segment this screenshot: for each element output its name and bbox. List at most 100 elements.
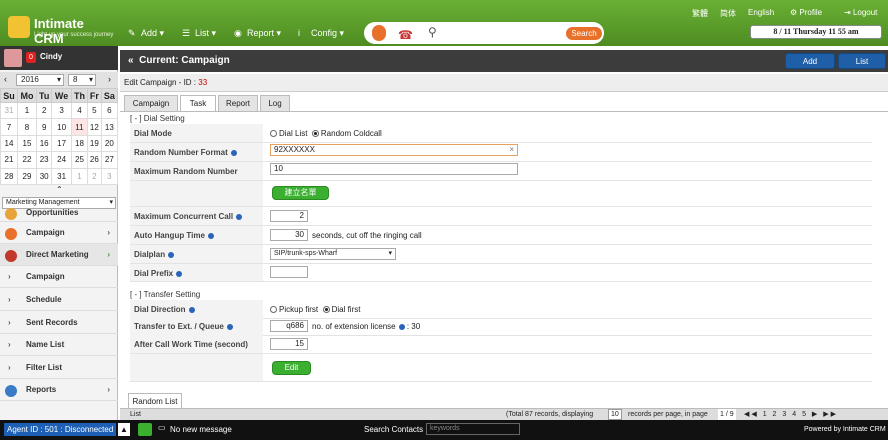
calendar-day[interactable]: 31: [51, 167, 72, 185]
dialplan-select[interactable]: SIP/trunk-sps-Wharf ▾: [270, 248, 396, 260]
calendar-day[interactable]: 10: [51, 118, 72, 136]
calendar-day[interactable]: 13: [100, 118, 119, 136]
dial-list-radio[interactable]: Dial List: [270, 129, 307, 138]
sidebar-subitem-filter-list[interactable]: › Filter List: [0, 357, 118, 379]
build-list-button[interactable]: 建立名單: [272, 186, 329, 200]
year-select[interactable]: 2016 ▾: [16, 74, 64, 86]
calendar-day[interactable]: 26: [87, 151, 102, 169]
agent-icon[interactable]: [372, 25, 386, 41]
calendar-day[interactable]: 16: [35, 134, 53, 153]
menu-list[interactable]: ☰ List ▾: [182, 26, 216, 40]
calendar-day[interactable]: 22: [16, 151, 37, 169]
collapse-calendar-icon[interactable]: ⌃: [56, 185, 63, 194]
month-select[interactable]: 8 ▾: [68, 74, 96, 86]
calendar-day[interactable]: 17: [51, 134, 72, 153]
profile-link[interactable]: ⚙ Profile: [790, 8, 822, 17]
sidebar-item-reports[interactable]: Reports ›: [0, 379, 118, 401]
tab-campaign[interactable]: Campaign: [124, 95, 178, 111]
menu-config[interactable]: i Config ▾: [298, 26, 344, 40]
calendar-day[interactable]: 15: [16, 134, 37, 153]
dial-prefix-input[interactable]: [270, 266, 308, 278]
tab-log[interactable]: Log: [260, 95, 290, 111]
calendar-day[interactable]: 6: [100, 101, 119, 120]
help-icon[interactable]: [236, 213, 243, 220]
dial-setting-toggle[interactable]: [ - ] Dial Setting: [130, 114, 185, 123]
calendar-day[interactable]: 14: [0, 134, 18, 153]
help-icon[interactable]: [188, 306, 195, 313]
calendar-day-today[interactable]: 11: [70, 118, 89, 136]
double-chevron-left-icon[interactable]: «: [128, 55, 134, 66]
pickup-first-radio[interactable]: Pickup first: [270, 305, 318, 314]
menu-report[interactable]: ◉ Report ▾: [234, 26, 281, 40]
auto-hangup-time-input[interactable]: 30: [270, 229, 308, 241]
calendar-day[interactable]: 1: [70, 167, 89, 185]
sidebar-item-opportunities[interactable]: Opportunities: [0, 206, 118, 222]
max-concurrent-call-input[interactable]: 2: [270, 210, 308, 222]
calendar-day[interactable]: 3: [51, 101, 72, 120]
help-icon[interactable]: [230, 149, 237, 156]
tab-task[interactable]: Task: [180, 95, 216, 112]
calendar-day[interactable]: 30: [35, 167, 53, 185]
help-icon[interactable]: [168, 251, 175, 258]
calendar-day[interactable]: 18: [70, 134, 89, 153]
sidebar-subitem-campaign[interactable]: › Campaign: [0, 266, 118, 288]
next-month-icon[interactable]: ›: [108, 74, 111, 84]
calendar-day[interactable]: 31: [0, 101, 18, 120]
calendar-day[interactable]: 1: [16, 101, 37, 120]
clear-icon[interactable]: ×: [509, 145, 514, 155]
calendar-day[interactable]: 28: [0, 167, 18, 185]
calendar-day[interactable]: 8: [16, 118, 37, 136]
calendar-day[interactable]: 5: [87, 101, 102, 120]
pager-buttons[interactable]: ◀◀ 1 2 3 4 5 ▶ ▶▶: [744, 409, 838, 420]
edit-button[interactable]: Edit: [272, 361, 311, 375]
list-button[interactable]: List: [838, 53, 886, 69]
help-icon[interactable]: [207, 232, 214, 239]
sidebar-item-campaign[interactable]: Campaign ›: [0, 222, 118, 244]
calendar-day[interactable]: 9: [35, 118, 53, 136]
calendar-day[interactable]: 27: [100, 151, 119, 169]
lang-simplified[interactable]: 简体: [720, 8, 736, 19]
calendar-day[interactable]: 4: [70, 101, 89, 120]
tab-random-list[interactable]: Random List: [128, 393, 182, 408]
menu-add[interactable]: ✎ Add ▾: [128, 26, 164, 40]
lang-traditional[interactable]: 繁體: [692, 8, 708, 19]
prev-month-icon[interactable]: ‹: [4, 74, 7, 84]
transfer-queue-input[interactable]: q686: [270, 320, 308, 332]
help-icon[interactable]: [398, 323, 405, 330]
keywords-input[interactable]: keywords: [426, 423, 520, 435]
phone-hangup-icon[interactable]: ☎: [398, 28, 413, 42]
search-icon[interactable]: ⚲: [428, 25, 437, 39]
calendar-day[interactable]: 3: [100, 167, 119, 185]
dial-first-radio[interactable]: Dial first: [322, 305, 360, 314]
notification-badge[interactable]: 0: [26, 52, 36, 63]
after-call-work-time-input[interactable]: 15: [270, 338, 308, 350]
transfer-setting-toggle[interactable]: [ - ] Transfer Setting: [130, 290, 200, 299]
logout-link[interactable]: ⇥ Logout: [844, 8, 877, 17]
calendar-day[interactable]: 7: [0, 118, 18, 136]
avatar[interactable]: [4, 49, 22, 67]
random-number-format-input[interactable]: 92XXXXXX ×: [270, 144, 518, 156]
search-button[interactable]: Search: [566, 27, 602, 40]
maximum-random-number-input[interactable]: 10: [270, 163, 518, 175]
sidebar-subitem-name-list[interactable]: › Name List: [0, 334, 118, 356]
calendar-day[interactable]: 29: [16, 167, 37, 185]
calendar-day[interactable]: 2: [87, 167, 102, 185]
calendar-day[interactable]: 21: [0, 151, 18, 169]
calendar-day[interactable]: 25: [70, 151, 89, 169]
calendar-day[interactable]: 20: [100, 134, 119, 153]
tab-report[interactable]: Report: [218, 95, 258, 111]
add-button[interactable]: Add: [785, 53, 835, 69]
message-icon[interactable]: [138, 423, 152, 436]
calendar-day[interactable]: 23: [35, 151, 53, 169]
calendar-day[interactable]: 12: [87, 118, 102, 136]
sidebar-subitem-sent-records[interactable]: › Sent Records: [0, 312, 118, 334]
sidebar-item-direct-marketing[interactable]: Direct Marketing ›: [0, 244, 118, 266]
per-page-input[interactable]: 10: [608, 409, 622, 420]
calendar-day[interactable]: 2: [35, 101, 53, 120]
sidebar-subitem-schedule[interactable]: › Schedule: [0, 289, 118, 311]
calendar-day[interactable]: 19: [87, 134, 102, 153]
random-coldcall-radio[interactable]: Random Coldcall: [311, 129, 382, 138]
app-logo[interactable]: Intimate CRM Light up your success journ…: [6, 14, 116, 46]
help-icon[interactable]: [226, 323, 233, 330]
calendar-day[interactable]: 24: [51, 151, 72, 169]
